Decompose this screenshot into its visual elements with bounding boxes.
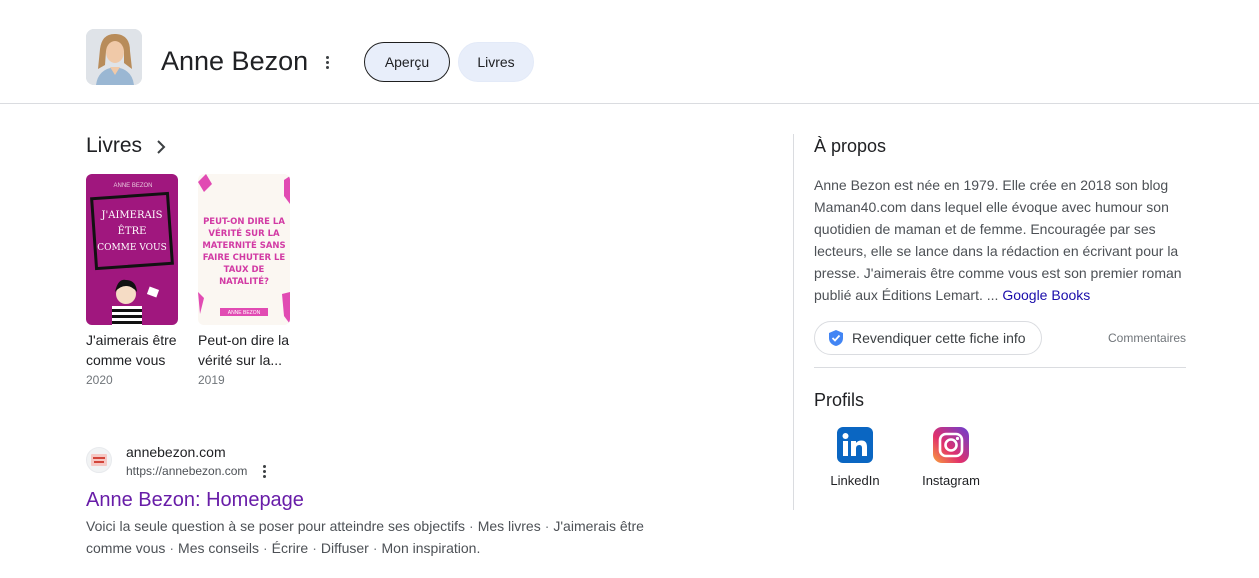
snippet-link[interactable]: Mes livres (478, 518, 541, 534)
result-snippet: Voici la seule question à se poser pour … (86, 518, 644, 556)
result-title-link[interactable]: Anne Bezon: Homepage (86, 487, 304, 513)
avatar[interactable] (86, 29, 142, 85)
book-cover-line: J'AIMERAIS (100, 210, 162, 221)
book-title[interactable]: J'aimerais être comme vous (86, 330, 178, 370)
chevron-right-icon[interactable] (153, 138, 169, 156)
book-cover-author: ANNE BEZON (113, 183, 152, 189)
verified-shield-icon (829, 330, 843, 346)
source-link[interactable]: Google Books (1002, 287, 1090, 303)
site-favicon-icon (86, 447, 112, 473)
column-divider (793, 134, 794, 510)
book-year: 2019 (198, 373, 225, 387)
book-cover[interactable]: ANNE BEZON J'AIMERAIS ÊTRE COMME VOUS (86, 174, 178, 325)
profile-instagram[interactable]: Instagram (911, 427, 991, 489)
snippet-link[interactable]: Mon inspiration. (382, 540, 481, 556)
feedback-link[interactable]: Commentaires (1108, 331, 1186, 345)
tab-apercu[interactable]: Aperçu (364, 42, 450, 82)
book-year: 2020 (86, 373, 113, 387)
about-text: Anne Bezon est née en 1979. Elle crée en… (814, 177, 1182, 303)
book-cover-line: FAIRE CHUTER LE (203, 253, 286, 263)
book-cover[interactable]: PEUT-ON DIRE LA VÉRITÉ SUR LA MATERNITÉ … (198, 174, 290, 325)
book-cover-line: MATERNITÉ SANS (202, 239, 285, 251)
books-heading[interactable]: Livres (86, 133, 142, 159)
snippet-link[interactable]: Voici la seule question à se poser pour … (86, 518, 465, 534)
about-heading: À propos (814, 136, 887, 156)
entity-name: Anne Bezon (161, 46, 309, 76)
result-url[interactable]: https://annebezon.com (126, 463, 247, 479)
profile-label: LinkedIn (830, 473, 880, 488)
profile-linkedin[interactable]: LinkedIn (815, 427, 895, 489)
tab-livres[interactable]: Livres (458, 42, 534, 82)
book-card[interactable]: ANNE BEZON J'AIMERAIS ÊTRE COMME VOUS J'… (86, 174, 178, 388)
book-cover-line: NATALITÉ? (219, 275, 269, 287)
claim-knowledge-panel-button[interactable]: Revendiquer cette fiche info (814, 321, 1042, 355)
profiles-heading: Profils (814, 390, 865, 410)
book-cover-line: COMME VOUS (97, 243, 167, 253)
result-site-name[interactable]: annebezon.com (126, 443, 226, 461)
book-cover-line: VÉRITÉ SUR LA (208, 227, 280, 239)
snippet-link[interactable]: Diffuser (321, 540, 369, 556)
result-more-options-icon[interactable] (258, 463, 270, 479)
claim-label: Revendiquer cette fiche info (852, 330, 1026, 346)
profile-label: Instagram (922, 473, 980, 488)
snippet-link[interactable]: Écrire (272, 540, 309, 556)
about-description: Anne Bezon est née en 1979. Elle crée en… (814, 174, 1186, 306)
linkedin-icon (837, 427, 873, 463)
book-title[interactable]: Peut-on dire la vérité sur la... (198, 330, 290, 370)
book-card[interactable]: PEUT-ON DIRE LA VÉRITÉ SUR LA MATERNITÉ … (198, 174, 290, 388)
book-cover-line: TAUX DE (224, 265, 265, 275)
section-divider (814, 367, 1186, 368)
book-cover-line: ÊTRE (118, 225, 147, 237)
snippet-link[interactable]: Mes conseils (178, 540, 259, 556)
book-cover-author: ANNE BEZON (228, 310, 261, 316)
entity-header: Anne Bezon Aperçu Livres (0, 0, 1259, 104)
book-cover-line: PEUT-ON DIRE LA (203, 217, 285, 227)
more-options-icon[interactable] (318, 50, 336, 74)
instagram-icon (933, 427, 969, 463)
